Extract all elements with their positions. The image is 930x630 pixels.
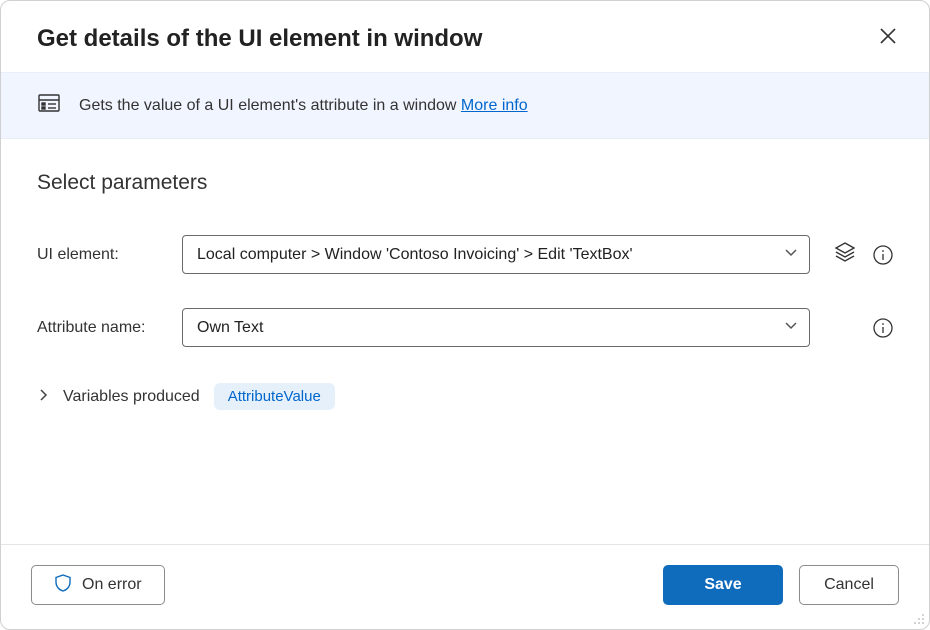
- info-text: Gets the value of a UI element's attribu…: [79, 97, 528, 115]
- dialog-footer: On error Save Cancel: [1, 544, 929, 629]
- ui-element-value: Local computer > Window 'Contoso Invoici…: [197, 246, 633, 264]
- variables-row[interactable]: Variables produced AttributeValue: [1, 347, 929, 410]
- variable-badge[interactable]: AttributeValue: [214, 383, 335, 410]
- details-panel-icon: [37, 91, 61, 120]
- cancel-button[interactable]: Cancel: [799, 565, 899, 605]
- info-bar: Gets the value of a UI element's attribu…: [1, 72, 929, 139]
- ui-element-picker-icon[interactable]: [835, 242, 855, 267]
- attribute-name-row: Attribute name: Own Text: [37, 308, 893, 347]
- info-sentence: Gets the value of a UI element's attribu…: [79, 97, 461, 114]
- info-icon[interactable]: [873, 245, 893, 265]
- dialog: Get details of the UI element in window …: [0, 0, 930, 630]
- chevron-right-icon: [37, 388, 49, 406]
- on-error-button[interactable]: On error: [31, 565, 165, 605]
- chevron-down-icon: [783, 317, 799, 338]
- dialog-header: Get details of the UI element in window: [1, 1, 929, 72]
- chevron-down-icon: [783, 244, 799, 265]
- attribute-name-dropdown[interactable]: Own Text: [182, 308, 810, 347]
- attribute-name-value: Own Text: [197, 319, 263, 337]
- info-icon[interactable]: [873, 318, 893, 338]
- resize-grip-icon[interactable]: [911, 611, 925, 625]
- more-info-link[interactable]: More info: [461, 97, 528, 114]
- variables-label: Variables produced: [63, 388, 200, 406]
- ui-element-row: UI element: Local computer > Window 'Con…: [37, 235, 893, 274]
- ui-element-dropdown[interactable]: Local computer > Window 'Contoso Invoici…: [182, 235, 810, 274]
- section-title: Select parameters: [1, 139, 929, 205]
- attribute-name-label: Attribute name:: [37, 319, 182, 337]
- on-error-label: On error: [82, 576, 142, 594]
- parameters: UI element: Local computer > Window 'Con…: [1, 205, 929, 347]
- save-button[interactable]: Save: [663, 565, 783, 605]
- ui-element-label: UI element:: [37, 246, 182, 264]
- shield-icon: [54, 574, 72, 597]
- close-icon[interactable]: [875, 23, 901, 54]
- dialog-title: Get details of the UI element in window: [37, 25, 482, 53]
